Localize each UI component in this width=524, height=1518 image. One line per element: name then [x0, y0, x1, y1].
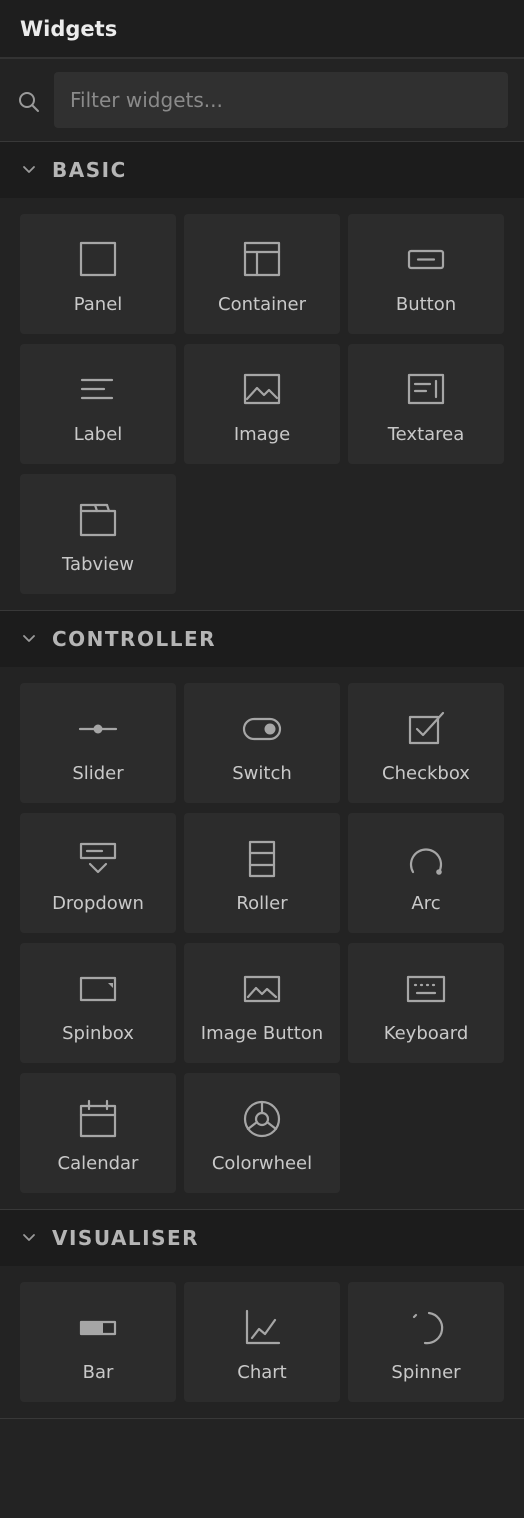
widget-tile-colorwheel[interactable]: Colorwheel [184, 1073, 340, 1193]
widget-label: Panel [73, 294, 123, 315]
widget-tile-switch[interactable]: Switch [184, 683, 340, 803]
search-bar [0, 59, 524, 142]
widget-tile-slider[interactable]: Slider [20, 683, 176, 803]
label-icon [80, 378, 114, 400]
widget-label: Container [218, 294, 306, 315]
widget-tile-image[interactable]: Image [184, 344, 340, 464]
tabview-icon [79, 503, 117, 537]
checkbox-icon [408, 711, 445, 745]
widget-tile-chart[interactable]: Chart [184, 1282, 340, 1402]
widget-sections: BASIC Panel Container Button Label Image Texta… [0, 142, 524, 1419]
widgets-panel: Widgets BASIC Panel Container Button Label Im… [0, 0, 524, 1518]
panel-title: Widgets [20, 16, 118, 41]
calendar-icon [79, 1099, 117, 1138]
widget-tile-panel[interactable]: Panel [20, 214, 176, 334]
container-icon [243, 241, 281, 277]
widget-tile-checkbox[interactable]: Checkbox [348, 683, 504, 803]
widget-tile-calendar[interactable]: Calendar [20, 1073, 176, 1193]
bar-icon [79, 1320, 117, 1336]
section-title: VISUALISER [52, 1226, 200, 1250]
widget-label: Arc [411, 893, 441, 914]
slider-icon [78, 724, 118, 734]
widget-label: Tabview [62, 554, 134, 575]
widget-label: Slider [72, 763, 124, 784]
chart-icon [245, 1309, 281, 1345]
dropdown-icon [79, 842, 117, 874]
widget-label: Switch [232, 763, 292, 784]
chevron-down-icon [23, 635, 35, 642]
widget-label: Textarea [387, 424, 465, 445]
widget-label: Button [395, 294, 457, 315]
textarea-icon [407, 373, 445, 405]
widget-label: Dropdown [52, 893, 144, 914]
colorwheel-icon [243, 1100, 281, 1138]
widget-grid: Slider Switch Checkbox Dropdown Roller Arc Spi… [0, 667, 524, 1210]
arc-icon [409, 848, 443, 875]
button-icon [407, 249, 445, 270]
widget-label: Keyboard [383, 1023, 469, 1044]
widget-label: Label [73, 424, 123, 445]
widget-tile-tabview[interactable]: Tabview [20, 474, 176, 594]
image-button-icon [243, 975, 281, 1003]
switch-icon [242, 717, 282, 741]
widget-tile-roller[interactable]: Roller [184, 813, 340, 933]
widget-label: Checkbox [382, 763, 470, 784]
widget-label: Colorwheel [211, 1153, 313, 1174]
section-header-basic[interactable]: BASIC [0, 142, 524, 198]
widget-label: Image [233, 424, 291, 445]
widget-tile-spinbox[interactable]: Spinbox [20, 943, 176, 1063]
widget-tile-spinner[interactable]: Spinner [348, 1282, 504, 1402]
widget-tile-image-button[interactable]: Image Button [184, 943, 340, 1063]
search-icon [19, 92, 39, 112]
widget-label: Roller [236, 893, 288, 914]
widget-tile-container[interactable]: Container [184, 214, 340, 334]
roller-icon [248, 840, 276, 878]
widget-tile-bar[interactable]: Bar [20, 1282, 176, 1402]
panel-icon [79, 241, 117, 277]
widget-label: Bar [82, 1362, 114, 1383]
widget-tile-dropdown[interactable]: Dropdown [20, 813, 176, 933]
widget-label: Chart [237, 1362, 287, 1383]
spinbox-icon [79, 976, 117, 1002]
widget-tile-keyboard[interactable]: Keyboard [348, 943, 504, 1063]
widget-label: Spinbox [62, 1023, 134, 1044]
widget-tile-textarea[interactable]: Textarea [348, 344, 504, 464]
widget-label: Calendar [57, 1153, 139, 1174]
image-icon [243, 373, 281, 405]
chevron-down-icon [23, 1234, 35, 1241]
widget-grid: Bar Chart Spinner [0, 1266, 524, 1419]
chevron-down-icon [23, 166, 35, 173]
widget-label: Spinner [391, 1362, 461, 1383]
widget-label: Image Button [200, 1023, 324, 1044]
panel-header: Widgets [0, 0, 524, 59]
section-title: BASIC [52, 158, 127, 182]
keyboard-icon [406, 975, 446, 1003]
search-input[interactable] [54, 72, 508, 128]
widget-tile-button[interactable]: Button [348, 214, 504, 334]
widget-tile-arc[interactable]: Arc [348, 813, 504, 933]
section-header-controller[interactable]: CONTROLLER [0, 611, 524, 667]
widget-grid: Panel Container Button Label Image Textarea Ta… [0, 198, 524, 611]
section-header-visualiser[interactable]: VISUALISER [0, 1210, 524, 1266]
section-title: CONTROLLER [52, 627, 217, 651]
spinner-icon [412, 1311, 444, 1345]
widget-tile-label[interactable]: Label [20, 344, 176, 464]
